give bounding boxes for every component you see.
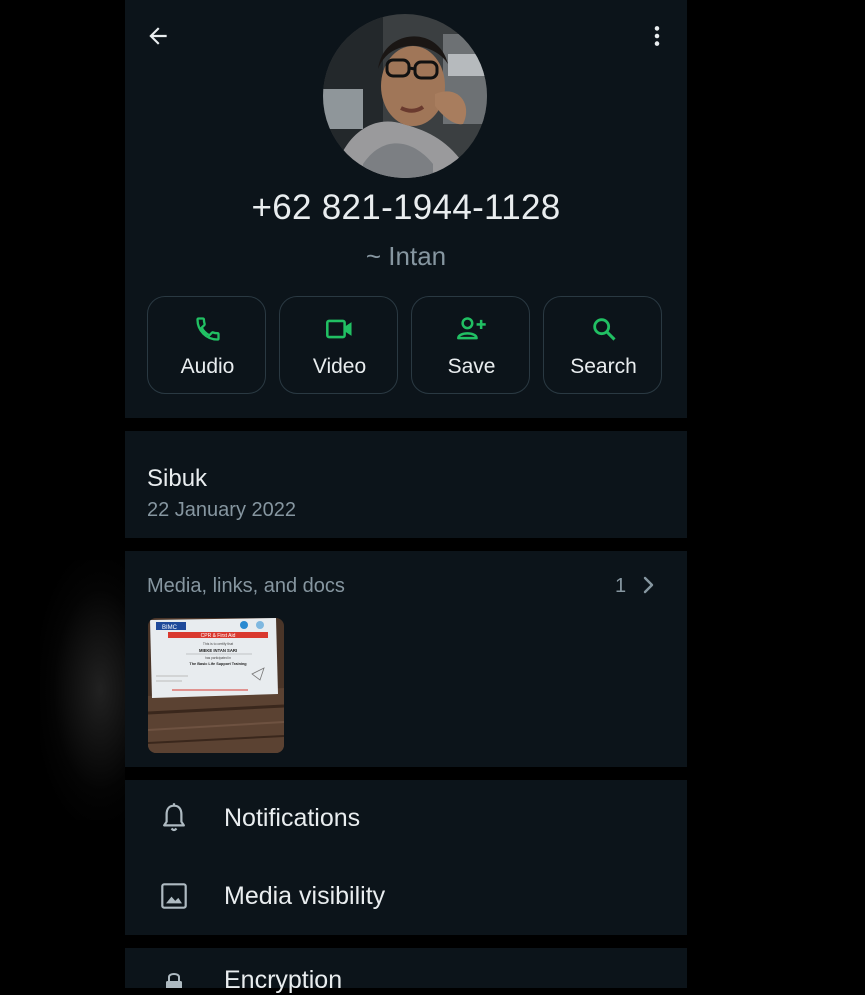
settings-section: Notifications Media visibility [125, 780, 687, 935]
media-title[interactable]: Media, links, and docs [147, 575, 345, 598]
contact-info-screen: +62 821-1944-1128 ~ Intan Audio Video Sa… [125, 0, 687, 994]
save-label: Save [447, 355, 496, 378]
phone-icon [195, 317, 220, 341]
video-label: Video [312, 355, 367, 378]
thumbnail-line1: This is to certify that [203, 642, 233, 646]
thumbnail-line2: has participated in [205, 656, 231, 660]
add-contact-icon [456, 317, 486, 340]
thumbnail-heading: CPR & First Aid [201, 633, 236, 639]
encryption-label: Encryption [224, 966, 343, 994]
save-contact-button[interactable]: Save [411, 296, 530, 394]
search-button[interactable]: Search [543, 296, 662, 394]
media-count[interactable]: 1 [615, 575, 626, 598]
bell-icon [163, 803, 185, 832]
chevron-right-icon[interactable] [639, 573, 659, 597]
media-visibility-label: Media visibility [224, 882, 386, 910]
more-options-button[interactable] [637, 16, 677, 56]
video-call-button[interactable]: Video [279, 296, 398, 394]
contact-phone-number: +62 821-1944-1128 [251, 188, 561, 227]
audio-call-button[interactable]: Audio [147, 296, 266, 394]
profile-photo[interactable] [323, 14, 487, 178]
thumbnail-course: The Basic Life Support Training [189, 662, 247, 666]
contact-push-name: ~ Intan [365, 241, 447, 271]
search-icon [592, 318, 616, 341]
more-vertical-icon [654, 26, 660, 46]
audio-label: Audio [180, 355, 235, 378]
image-icon [161, 883, 187, 909]
media-section: Media, links, and docs 1 BIMC CPR & Firs… [125, 551, 687, 767]
encryption-row[interactable]: Encryption [125, 948, 687, 994]
about-date: 22 January 2022 [147, 499, 297, 521]
about-section[interactable]: Sibuk 22 January 2022 [125, 431, 687, 538]
profile-header: +62 821-1944-1128 ~ Intan Audio Video Sa… [125, 0, 687, 418]
search-label: Search [570, 355, 637, 378]
thumbnail-name: MIEKE INTAN SARI [199, 648, 237, 653]
arrow-left-icon [149, 27, 167, 45]
media-visibility-row[interactable]: Media visibility [125, 858, 687, 936]
back-button[interactable] [138, 16, 178, 56]
thumbnail-image: BIMC CPR & First Aid This is to certify … [148, 618, 284, 753]
avatar-image [323, 14, 487, 178]
video-icon [325, 319, 352, 339]
notifications-label: Notifications [224, 804, 361, 832]
thumbnail-brand: BIMC [162, 625, 178, 631]
lock-icon [166, 973, 182, 988]
notifications-row[interactable]: Notifications [125, 780, 687, 858]
media-thumbnail[interactable]: BIMC CPR & First Aid This is to certify … [148, 618, 284, 753]
about-text: Sibuk [147, 465, 208, 492]
